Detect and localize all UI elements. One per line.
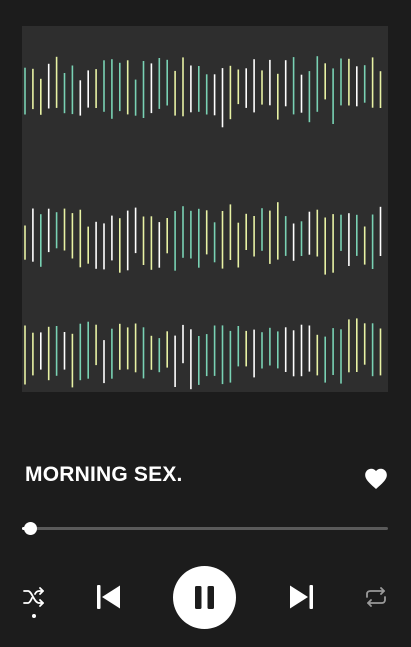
repeat-icon bbox=[366, 587, 386, 607]
heart-icon bbox=[365, 468, 387, 490]
track-title: MORNING SEX. bbox=[25, 463, 183, 486]
pause-icon bbox=[195, 586, 214, 609]
shuffle-active-indicator bbox=[32, 614, 36, 618]
shuffle-icon bbox=[23, 587, 44, 607]
progress-slider[interactable] bbox=[22, 520, 388, 536]
shuffle-button[interactable] bbox=[22, 586, 46, 608]
like-button[interactable] bbox=[363, 466, 389, 490]
next-button[interactable] bbox=[287, 583, 315, 611]
progress-handle[interactable] bbox=[24, 522, 37, 535]
play-pause-button[interactable] bbox=[173, 566, 236, 629]
previous-button[interactable] bbox=[95, 583, 123, 611]
progress-track bbox=[22, 527, 388, 530]
waveform-art bbox=[24, 56, 382, 390]
skip-next-icon bbox=[290, 585, 313, 609]
skip-previous-icon bbox=[97, 585, 120, 609]
album-artwork bbox=[22, 26, 388, 392]
repeat-button[interactable] bbox=[363, 585, 389, 609]
